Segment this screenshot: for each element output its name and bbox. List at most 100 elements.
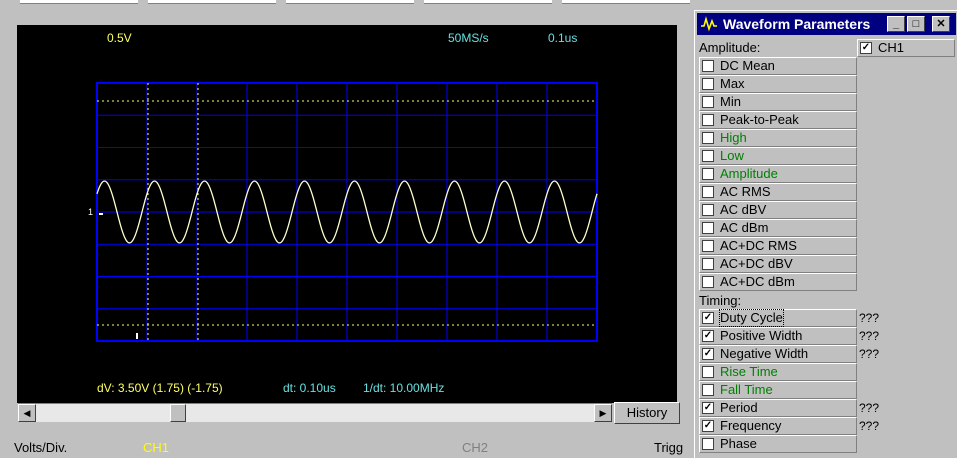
param-label: Fall Time (720, 382, 773, 397)
time-scrollbar[interactable]: ◀ ▶ (18, 403, 612, 422)
param-checkbox[interactable] (702, 204, 714, 216)
param-toggle[interactable]: ✓ Frequency (699, 417, 857, 435)
param-toggle[interactable]: Peak-to-Peak (699, 111, 857, 129)
param-row: ✓ Negative Width??? (699, 345, 955, 363)
param-row: AC RMS (699, 183, 955, 201)
channel-marker: 1 (88, 207, 94, 217)
param-toggle[interactable]: ✓ Period (699, 399, 857, 417)
param-checkbox[interactable] (702, 222, 714, 234)
param-row: Low (699, 147, 955, 165)
param-checkbox[interactable]: ✓ (702, 348, 714, 360)
param-checkbox[interactable] (702, 384, 714, 396)
param-row: AC+DC dBV (699, 255, 955, 273)
timing-section-label: Timing: (699, 293, 742, 308)
param-label: Peak-to-Peak (720, 112, 799, 127)
param-label: High (720, 130, 747, 145)
param-value (859, 111, 953, 129)
param-toggle[interactable]: ✓ Duty Cycle (699, 309, 857, 327)
param-label: Rise Time (720, 364, 778, 379)
param-label: Negative Width (720, 346, 809, 361)
param-label: Amplitude (720, 166, 778, 181)
trigger-marker (136, 333, 138, 339)
param-toggle[interactable]: AC+DC RMS (699, 237, 857, 255)
scroll-left-arrow-icon[interactable]: ◀ (18, 404, 36, 422)
ch1-column-header[interactable]: ✓ CH1 (857, 39, 955, 57)
param-label: Phase (720, 436, 757, 451)
param-value (859, 255, 953, 273)
timing-header-row: Timing: (699, 291, 955, 309)
param-checkbox[interactable] (702, 150, 714, 162)
param-toggle[interactable]: High (699, 129, 857, 147)
param-toggle[interactable]: AC dBm (699, 219, 857, 237)
param-row: Fall Time (699, 381, 955, 399)
amplitude-section-label: Amplitude: (699, 40, 761, 55)
param-toggle[interactable]: AC RMS (699, 183, 857, 201)
param-toggle[interactable]: AC+DC dBV (699, 255, 857, 273)
param-checkbox[interactable]: ✓ (702, 312, 714, 324)
param-checkbox[interactable]: ✓ (702, 330, 714, 342)
param-value (859, 147, 953, 165)
param-toggle[interactable]: ✓ Negative Width (699, 345, 857, 363)
param-row: Amplitude (699, 165, 955, 183)
close-icon[interactable]: ✕ (932, 16, 950, 32)
param-value (859, 273, 953, 291)
param-row: ✓ Positive Width??? (699, 327, 955, 345)
scope-screen[interactable]: 0.5V 50MS/s 0.1us 1 dV: 3.50V (1.75) (-1… (17, 25, 677, 403)
param-toggle[interactable]: ✓ Positive Width (699, 327, 857, 345)
param-label: Low (720, 148, 744, 163)
maximize-icon[interactable]: □ (907, 16, 925, 32)
param-toggle[interactable]: Rise Time (699, 363, 857, 381)
param-row: ✓ Duty Cycle??? (699, 309, 955, 327)
trigger-label: Trigg (654, 440, 684, 455)
param-value (859, 381, 953, 399)
param-label: AC dBm (720, 220, 769, 235)
param-label: Duty Cycle (719, 309, 784, 327)
param-checkbox[interactable] (702, 186, 714, 198)
param-checkbox[interactable] (702, 168, 714, 180)
ch2-tab[interactable]: CH2 (462, 440, 488, 455)
param-toggle[interactable]: Phase (699, 435, 857, 453)
param-checkbox[interactable] (702, 78, 714, 90)
param-toggle[interactable]: Low (699, 147, 857, 165)
param-checkbox[interactable]: ✓ (702, 402, 714, 414)
param-toggle[interactable]: Amplitude (699, 165, 857, 183)
window-titlebar[interactable]: Waveform Parameters _ □ ✕ (697, 13, 956, 35)
param-toggle[interactable]: AC dBV (699, 201, 857, 219)
param-toggle[interactable]: AC+DC dBm (699, 273, 857, 291)
param-toggle[interactable]: DC Mean (699, 57, 857, 75)
window-title: Waveform Parameters (723, 16, 871, 32)
ch1-tab[interactable]: CH1 (143, 440, 169, 455)
param-label: Frequency (720, 418, 782, 433)
param-toggle[interactable]: Fall Time (699, 381, 857, 399)
param-value (859, 93, 953, 111)
waveform-parameters-window: Waveform Parameters _ □ ✕ Amplitude: ✓ C… (694, 10, 957, 458)
param-toggle[interactable]: Max (699, 75, 857, 93)
waveform-app-icon (700, 16, 718, 32)
param-checkbox[interactable] (702, 258, 714, 270)
history-button[interactable]: History (614, 402, 680, 424)
param-label: Positive Width (720, 328, 803, 343)
param-checkbox[interactable] (702, 366, 714, 378)
minimize-icon[interactable]: _ (887, 16, 905, 32)
param-label: AC+DC RMS (720, 238, 797, 253)
scroll-thumb[interactable] (170, 404, 186, 422)
volts-div-label: Volts/Div. (14, 440, 68, 455)
param-row: High (699, 129, 955, 147)
scope-graticule (96, 82, 598, 342)
param-value (859, 201, 953, 219)
param-checkbox[interactable]: ✓ (702, 420, 714, 432)
time-per-div-readout: 0.1us (548, 31, 578, 45)
param-checkbox[interactable] (702, 60, 714, 72)
param-checkbox[interactable] (702, 240, 714, 252)
param-checkbox[interactable] (702, 96, 714, 108)
param-checkbox[interactable] (702, 438, 714, 450)
ch1-checkbox[interactable]: ✓ (860, 42, 872, 54)
param-checkbox[interactable] (702, 114, 714, 126)
param-toggle[interactable]: Min (699, 93, 857, 111)
param-checkbox[interactable] (702, 276, 714, 288)
frequency-readout: 1/dt: 10.00MHz (363, 381, 445, 395)
param-value (859, 435, 953, 453)
param-value (859, 363, 953, 381)
param-checkbox[interactable] (702, 132, 714, 144)
scroll-right-arrow-icon[interactable]: ▶ (594, 404, 612, 422)
